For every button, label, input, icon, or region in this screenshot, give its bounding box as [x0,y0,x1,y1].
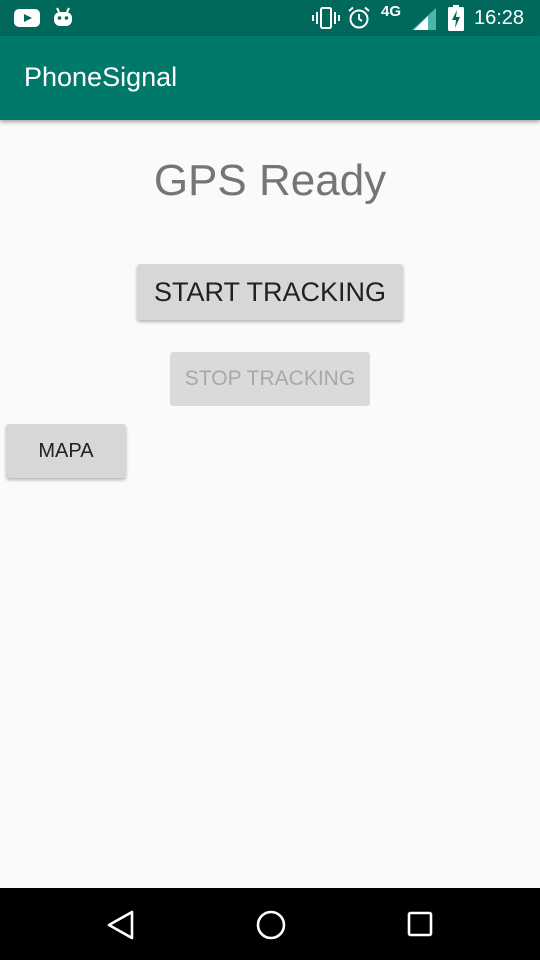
signal-icon [412,8,436,30]
gps-status-text: GPS Ready [153,156,387,205]
android-icon [54,7,72,26]
network-type-label: 4G [381,3,402,20]
start-tracking-button[interactable]: START TRACKING [137,264,403,320]
battery-charging-icon [448,5,464,31]
status-bar: 4G 16:28 [0,0,540,36]
home-icon[interactable] [255,909,287,941]
alarm-icon [348,6,370,29]
vibrate-icon [312,7,340,29]
app-bar: PhoneSignal [0,36,540,120]
stop-tracking-button: STOP TRACKING [170,352,370,406]
youtube-icon [14,9,40,27]
clock-time: 16:28 [474,7,525,29]
mapa-button[interactable]: MAPA [6,424,126,478]
navigation-bar [0,888,540,960]
recents-icon[interactable] [407,911,435,939]
back-icon[interactable] [106,909,136,941]
app-title: PhoneSignal [24,62,178,92]
